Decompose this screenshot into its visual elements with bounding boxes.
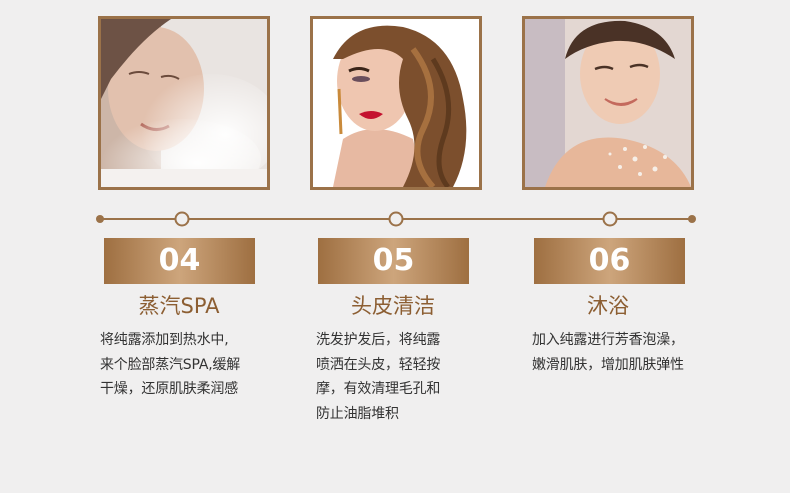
step-description-line: 摩，有效清理毛孔和 xyxy=(316,381,441,397)
step-title: 蒸汽SPA xyxy=(138,294,220,318)
step-number-badge: 06 xyxy=(534,238,685,284)
step-description-line: 洗发护发后，将纯露 xyxy=(316,332,441,348)
step-number-badge: 05 xyxy=(318,238,469,284)
timeline-end-dot xyxy=(96,215,104,223)
step-title: 沐浴 xyxy=(587,294,629,318)
step-description-line: 喷洒在头皮，轻轻按 xyxy=(316,356,441,373)
wavy-hair-photo xyxy=(310,16,482,190)
step-number-badge: 04 xyxy=(104,238,255,284)
step-title: 头皮清洁 xyxy=(351,294,435,318)
bath-photo xyxy=(522,16,694,190)
step-description-line: 干燥，还原肌肤柔润感 xyxy=(100,381,238,397)
timeline-node xyxy=(174,211,190,227)
timeline-node xyxy=(388,211,404,227)
step-description-line: 将纯露添加到热水中, xyxy=(100,332,229,348)
step-description-line: 来个脸部蒸汽SPA,缓解 xyxy=(100,356,241,373)
steam-facial-photo xyxy=(98,16,270,190)
timeline-node xyxy=(602,211,618,227)
step-description-line: 加入纯露进行芳香泡澡， xyxy=(532,332,684,348)
step-description-line: 防止油脂堆积 xyxy=(316,405,399,422)
step-description: 将纯露添加到热水中, 来个脸部蒸汽SPA,缓解 干燥，还原肌肤柔润感 xyxy=(100,328,272,402)
step-description-line: 嫩滑肌肤，增加肌肤弹性 xyxy=(532,356,684,373)
step-description: 洗发护发后，将纯露 喷洒在头皮，轻轻按 摩，有效清理毛孔和 防止油脂堆积 xyxy=(316,328,488,426)
timeline-end-dot xyxy=(688,215,696,223)
step-description: 加入纯露进行芳香泡澡， 嫩滑肌肤，增加肌肤弹性 xyxy=(532,328,712,377)
